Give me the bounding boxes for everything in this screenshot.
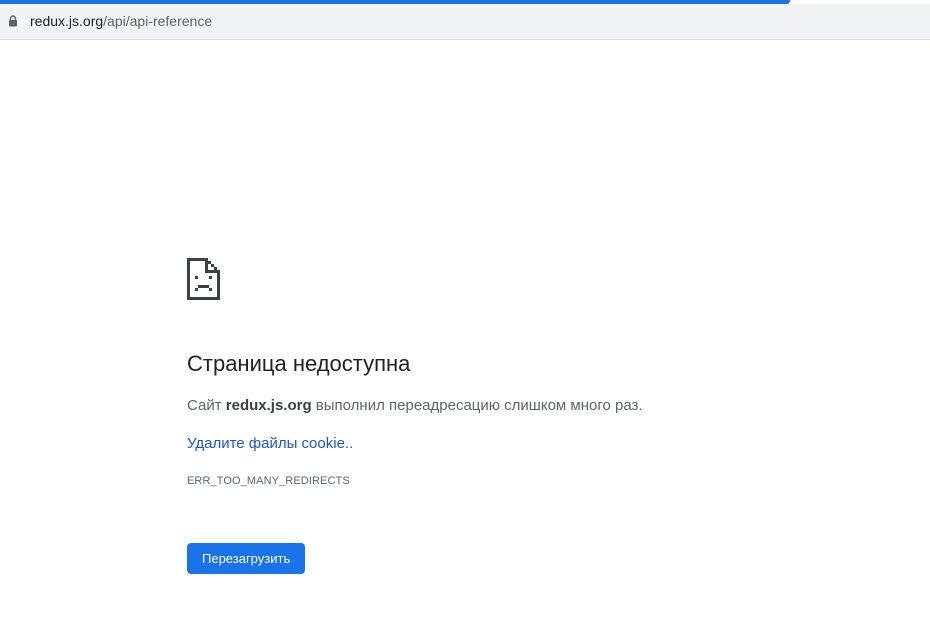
clear-cookies-link[interactable]: Удалите файлы cookie.. xyxy=(187,434,353,454)
explanation-suffix: выполнил переадресацию слишком много раз… xyxy=(311,397,643,414)
url-host: redux.js.org xyxy=(30,13,104,29)
error-explanation: Сайт redux.js.org выполнил переадресацию… xyxy=(187,396,827,416)
reload-button[interactable]: Перезагрузить xyxy=(187,543,306,574)
lock-icon[interactable] xyxy=(8,15,18,27)
explanation-prefix: Сайт xyxy=(187,397,226,414)
url-path: /api/api-reference xyxy=(103,13,213,29)
address-bar[interactable]: redux.js.org/api/api-reference xyxy=(0,4,930,40)
url-text[interactable]: redux.js.org/api/api-reference xyxy=(30,12,212,30)
page-title: Страница недоступна xyxy=(187,351,411,376)
error-content: Страница недоступна Сайт redux.js.org вы… xyxy=(187,258,827,574)
error-code: ERR_TOO_MANY_REDIRECTS xyxy=(187,475,350,487)
sad-page-icon xyxy=(187,258,220,300)
explanation-host: redux.js.org xyxy=(225,397,312,414)
